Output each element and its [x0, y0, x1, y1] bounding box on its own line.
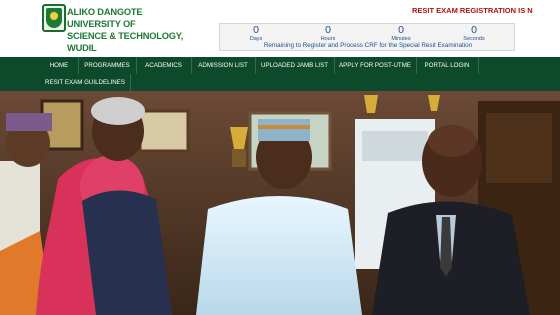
- page: ALIKO DANGOTE UNIVERSITY OF SCIENCE & TE…: [0, 0, 560, 315]
- countdown-days-value: 0: [253, 24, 259, 36]
- countdown-days: 0 Days: [236, 25, 276, 43]
- nav-divider: [130, 74, 131, 91]
- person-left-cap: [6, 113, 52, 131]
- cap-pattern: [258, 125, 310, 129]
- right-man-tie: [440, 217, 452, 277]
- center-man-cap: [258, 119, 310, 141]
- main-nav: HOME PROGRAMMES ACADEMICS ADMISSION LIST…: [0, 57, 560, 91]
- trophy-base: [232, 149, 246, 167]
- university-logo-icon[interactable]: [42, 4, 66, 32]
- crest-shield: [46, 8, 62, 28]
- university-name[interactable]: ALIKO DANGOTE UNIVERSITY OF SCIENCE & TE…: [67, 6, 197, 54]
- countdown-seconds: 0 Seconds: [454, 25, 494, 43]
- hero-photo: [0, 91, 560, 315]
- countdown-hours-value: 0: [325, 24, 331, 36]
- site-header: ALIKO DANGOTE UNIVERSITY OF SCIENCE & TE…: [0, 0, 560, 57]
- countdown-box: 0 Days 0 Hours 0 Minutes 0 Seconds Remai…: [219, 23, 515, 51]
- nav-item-programmes[interactable]: PROGRAMMES: [78, 57, 136, 74]
- countdown-minutes: 0 Minutes: [381, 25, 421, 43]
- nav-item-uploaded-jamb-list[interactable]: UPLOADED JAMB LIST: [255, 57, 334, 74]
- cabinet-panel: [486, 113, 552, 183]
- right-man-forehead: [428, 125, 476, 157]
- nav-item-resit-exam-guidelines[interactable]: RESIT EXAM GUILDELINES: [40, 74, 130, 91]
- university-name-line1: ALIKO DANGOTE UNIVERSITY OF: [67, 7, 143, 29]
- countdown-message: Remaining to Register and Process CRF fo…: [263, 42, 473, 49]
- center-man-robe: [196, 196, 362, 315]
- announcement-ticker[interactable]: RESIT EXAM REGISTRATION IS N: [412, 6, 560, 18]
- university-name-line2: SCIENCE & TECHNOLOGY, WUDIL: [67, 31, 184, 53]
- nav-item-admission-list[interactable]: ADMISSION LIST: [191, 57, 255, 74]
- nav-item-academics[interactable]: ACADEMICS: [136, 57, 191, 74]
- wall-frame: [138, 109, 190, 153]
- ac-vent: [362, 131, 428, 161]
- elder-hair: [91, 97, 145, 125]
- nav-divider: [478, 57, 479, 74]
- hero-banner: [0, 91, 560, 315]
- countdown-seconds-value: 0: [471, 24, 477, 36]
- ticker-text: RESIT EXAM REGISTRATION IS N: [412, 6, 533, 15]
- nav-item-home[interactable]: HOME: [40, 57, 78, 74]
- countdown-hours: 0 Hours: [308, 25, 348, 43]
- countdown-minutes-value: 0: [398, 24, 404, 36]
- nav-item-portal-login[interactable]: PORTAL LOGIN: [416, 57, 478, 74]
- nav-item-apply-post-utme[interactable]: APPLY FOR POST-UTME: [334, 57, 416, 74]
